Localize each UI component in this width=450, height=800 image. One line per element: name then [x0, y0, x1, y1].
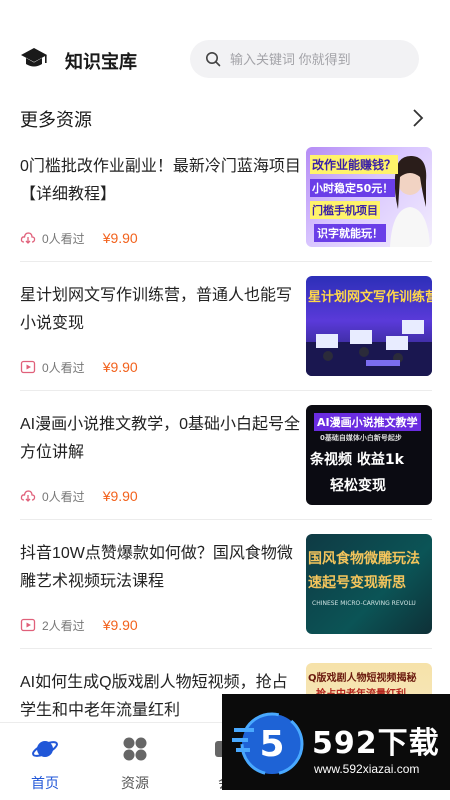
- item-title: 0门槛批改作业副业！最新冷门蓝海项目【详细教程】: [20, 158, 301, 203]
- item-meta: 0人看过 ¥9.90: [20, 487, 138, 505]
- cloud-download-icon: [20, 232, 36, 244]
- price: ¥9.90: [102, 359, 138, 375]
- price: ¥9.90: [102, 488, 138, 504]
- price: ¥9.90: [102, 230, 138, 246]
- search-input[interactable]: [230, 49, 410, 69]
- tab-label: 首页: [31, 775, 59, 791]
- thumb-text: 国风食物微雕玩法: [308, 551, 420, 567]
- thumbnail: 改作业能赚钱？ 小时稳定50元！ 门槛手机项目 识字就能玩！: [306, 147, 432, 247]
- graduation-cap-icon: [21, 48, 47, 67]
- price: ¥9.90: [102, 617, 138, 633]
- play-icon: [20, 618, 36, 632]
- cloud-download-icon: [20, 490, 36, 502]
- view-count: 0人看过: [42, 489, 85, 504]
- grid-icon: [123, 737, 147, 761]
- tab-resources[interactable]: 资源: [90, 723, 180, 800]
- watermark: 5 592下载 www.592xiazai.com: [222, 694, 450, 790]
- header: 知识宝库: [0, 38, 450, 80]
- classroom-illustration-icon: [306, 320, 432, 376]
- thumb-text: 改作业能赚钱？: [310, 155, 399, 174]
- list-item[interactable]: AI漫画小说推文教学，0基础小白起号全方位讲解 0人看过 ¥9.90 AI漫画小…: [20, 391, 432, 520]
- play-icon: [20, 360, 36, 374]
- view-count: 0人看过: [42, 231, 85, 246]
- list-item[interactable]: 星计划网文写作训练营，普通人也能写小说变现 0人看过 ¥9.90 星计划网文写作…: [20, 262, 432, 391]
- view-count: 2人看过: [42, 618, 85, 633]
- search-bar[interactable]: [190, 40, 419, 78]
- view-count: 0人看过: [42, 360, 85, 375]
- section-title: 更多资源: [20, 110, 92, 130]
- watermark-brand: 592下载: [312, 726, 440, 761]
- thumb-text: Q版戏剧人物短视频揭秘: [308, 673, 417, 684]
- thumb-text: 速起号变现新思: [308, 575, 406, 591]
- thumb-text: 门槛手机项目: [310, 201, 380, 219]
- chevron-right-icon[interactable]: [410, 108, 426, 128]
- thumb-text: 轻松变现: [330, 478, 386, 494]
- item-title: 星计划网文写作训练营，普通人也能写小说变现: [20, 287, 293, 332]
- list-item[interactable]: 抖音10W点赞爆款如何做？国风食物微雕艺术视频玩法课程 2人看过 ¥9.90 国…: [20, 520, 432, 649]
- thumb-text: 0基础自媒体小白新号起步: [320, 434, 402, 442]
- thumb-text: AI漫画小说推文教学: [314, 413, 421, 431]
- search-icon: [206, 52, 221, 67]
- tab-label: 资源: [121, 775, 149, 791]
- thumb-text: 小时稳定50元！: [310, 179, 396, 197]
- watermark-url: www.592xiazai.com: [314, 762, 420, 776]
- item-meta: 0人看过 ¥9.90: [20, 229, 138, 247]
- watermark-badge: 5: [259, 724, 284, 765]
- planet-icon: [32, 741, 58, 757]
- list-item[interactable]: 0门槛批改作业副业！最新冷门蓝海项目【详细教程】 0人看过 ¥9.90 改作业能…: [20, 133, 432, 262]
- thumb-text: CHINESE MICRO-CARVING REVOLU: [312, 600, 416, 607]
- tab-home[interactable]: 首页: [0, 723, 90, 800]
- thumbnail: 星计划网文写作训练营: [306, 276, 432, 376]
- app-title: 知识宝库: [65, 52, 137, 72]
- thumb-text: 星计划网文写作训练营: [308, 290, 432, 305]
- thumb-text: 识字就能玩！: [314, 224, 386, 242]
- item-title: AI漫画小说推文教学，0基础小白起号全方位讲解: [20, 416, 301, 461]
- section-header[interactable]: 更多资源: [0, 104, 450, 134]
- thumbnail: AI漫画小说推文教学 0基础自媒体小白新号起步 条视频 收益1k 轻松变现: [306, 405, 432, 505]
- resource-list: 0门槛批改作业副业！最新冷门蓝海项目【详细教程】 0人看过 ¥9.90 改作业能…: [0, 133, 450, 778]
- thumbnail: 国风食物微雕玩法 速起号变现新思 CHINESE MICRO-CARVING R…: [306, 534, 432, 634]
- site-logo-icon: 5: [232, 712, 304, 776]
- item-meta: 0人看过 ¥9.90: [20, 358, 138, 376]
- item-meta: 2人看过 ¥9.90: [20, 616, 138, 634]
- thumb-text: 条视频 收益1k: [310, 452, 404, 468]
- item-title: 抖音10W点赞爆款如何做？国风食物微雕艺术视频玩法课程: [20, 545, 293, 590]
